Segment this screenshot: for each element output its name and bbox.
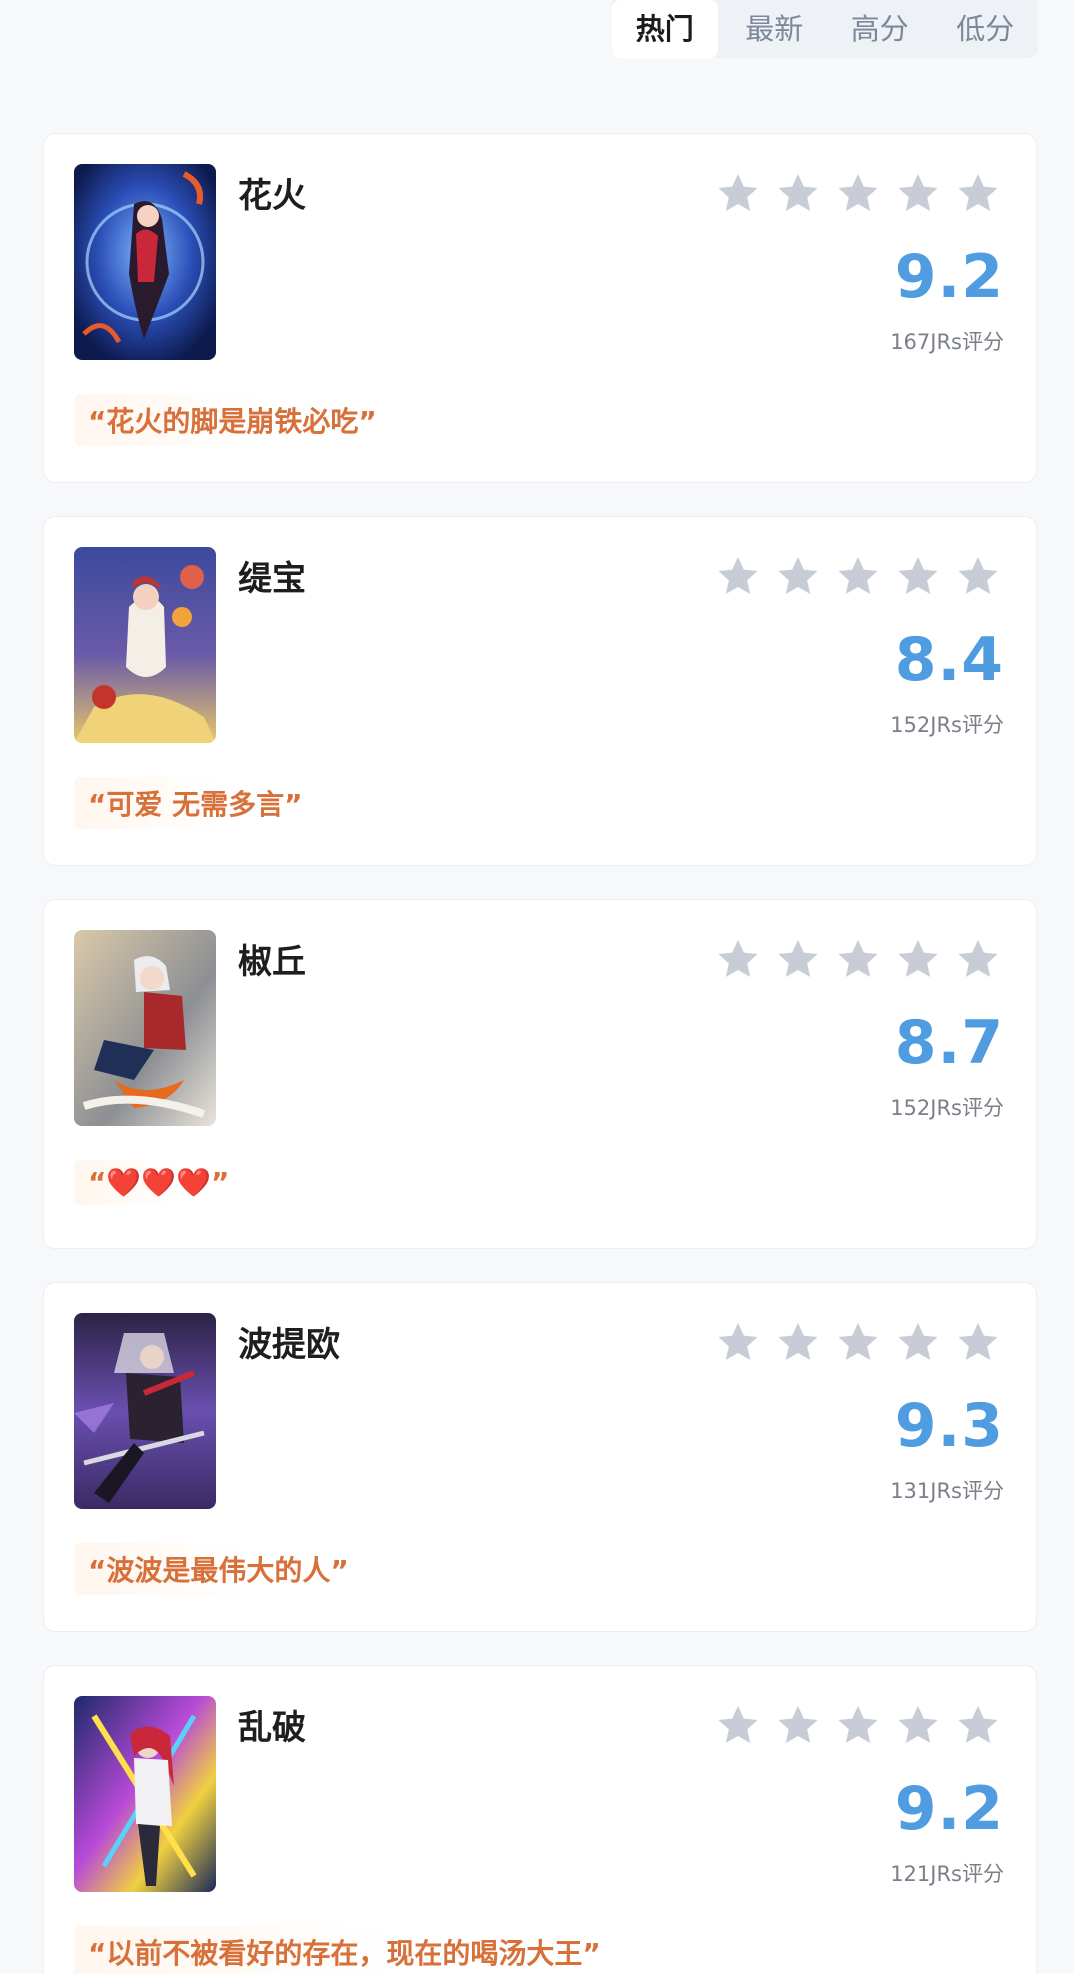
average-score: 9.3	[894, 1391, 1004, 1461]
star-rating[interactable]	[714, 1319, 1002, 1367]
top-comment: “以前不被看好的存在，现在的喝汤大王”	[74, 1926, 615, 1974]
star-icon[interactable]	[894, 1702, 942, 1750]
character-card[interactable]: 波提欧 9.3 131JRs评分 “波波是最伟大的人”	[43, 1282, 1037, 1632]
average-score: 9.2	[894, 242, 1004, 312]
star-icon[interactable]	[954, 170, 1002, 218]
star-icon[interactable]	[834, 170, 882, 218]
character-name: 椒丘	[238, 942, 306, 982]
star-icon[interactable]	[774, 170, 822, 218]
average-score: 8.7	[894, 1008, 1004, 1078]
star-rating[interactable]	[714, 170, 1002, 218]
sort-tabs: 热门 最新 高分 低分	[612, 0, 1038, 58]
star-icon[interactable]	[954, 1702, 1002, 1750]
character-card[interactable]: 椒丘 8.7 152JRs评分 “❤️❤️❤️”	[43, 899, 1037, 1249]
tab-latest[interactable]: 最新	[722, 0, 828, 58]
character-name: 波提欧	[238, 1325, 340, 1365]
average-score: 8.4	[894, 625, 1004, 695]
character-card[interactable]: 花火 9.2 167JRs评分 “花火的脚是崩铁必吃”	[43, 133, 1037, 483]
star-rating[interactable]	[714, 936, 1002, 984]
star-icon[interactable]	[714, 1702, 762, 1750]
star-icon[interactable]	[714, 936, 762, 984]
top-comment: “花火的脚是崩铁必吃”	[74, 394, 391, 446]
character-name: 花火	[238, 176, 306, 216]
star-rating[interactable]	[714, 553, 1002, 601]
rater-count: 152JRs评分	[890, 713, 1004, 737]
tab-low-score[interactable]: 低分	[933, 0, 1039, 58]
tab-high-score[interactable]: 高分	[827, 0, 933, 58]
character-portrait	[74, 1313, 216, 1509]
character-name: 乱破	[238, 1708, 306, 1748]
star-icon[interactable]	[954, 553, 1002, 601]
top-comment: “波波是最伟大的人”	[74, 1543, 363, 1595]
star-icon[interactable]	[774, 1702, 822, 1750]
star-icon[interactable]	[954, 936, 1002, 984]
star-icon[interactable]	[714, 170, 762, 218]
character-card[interactable]: 乱破 9.2 121JRs评分 “以前不被看好的存在，现在的喝汤大王”	[43, 1665, 1037, 1974]
star-icon[interactable]	[894, 170, 942, 218]
star-icon[interactable]	[834, 1319, 882, 1367]
star-icon[interactable]	[894, 553, 942, 601]
star-rating[interactable]	[714, 1702, 1002, 1750]
star-icon[interactable]	[774, 553, 822, 601]
rating-page: 热门 最新 高分 低分 花火 9.2 167JRs评分 “花火的脚是崩铁必吃” …	[0, 0, 1074, 1974]
star-icon[interactable]	[774, 936, 822, 984]
average-score: 9.2	[894, 1774, 1004, 1844]
top-comment: “可爱 无需多言”	[74, 777, 317, 829]
rater-count: 167JRs评分	[890, 330, 1004, 354]
character-portrait	[74, 164, 216, 360]
star-icon[interactable]	[714, 1319, 762, 1367]
rater-count: 121JRs评分	[890, 1862, 1004, 1886]
character-portrait	[74, 1696, 216, 1892]
star-icon[interactable]	[834, 936, 882, 984]
rater-count: 131JRs评分	[890, 1479, 1004, 1503]
tab-hot[interactable]: 热门	[612, 0, 718, 58]
star-icon[interactable]	[894, 936, 942, 984]
star-icon[interactable]	[894, 1319, 942, 1367]
star-icon[interactable]	[954, 1319, 1002, 1367]
top-comment: “❤️❤️❤️”	[74, 1160, 244, 1205]
star-icon[interactable]	[714, 553, 762, 601]
star-icon[interactable]	[774, 1319, 822, 1367]
character-portrait	[74, 930, 216, 1126]
star-icon[interactable]	[834, 1702, 882, 1750]
character-portrait	[74, 547, 216, 743]
star-icon[interactable]	[834, 553, 882, 601]
rater-count: 152JRs评分	[890, 1096, 1004, 1120]
character-card[interactable]: 缇宝 8.4 152JRs评分 “可爱 无需多言”	[43, 516, 1037, 866]
character-name: 缇宝	[238, 559, 306, 599]
